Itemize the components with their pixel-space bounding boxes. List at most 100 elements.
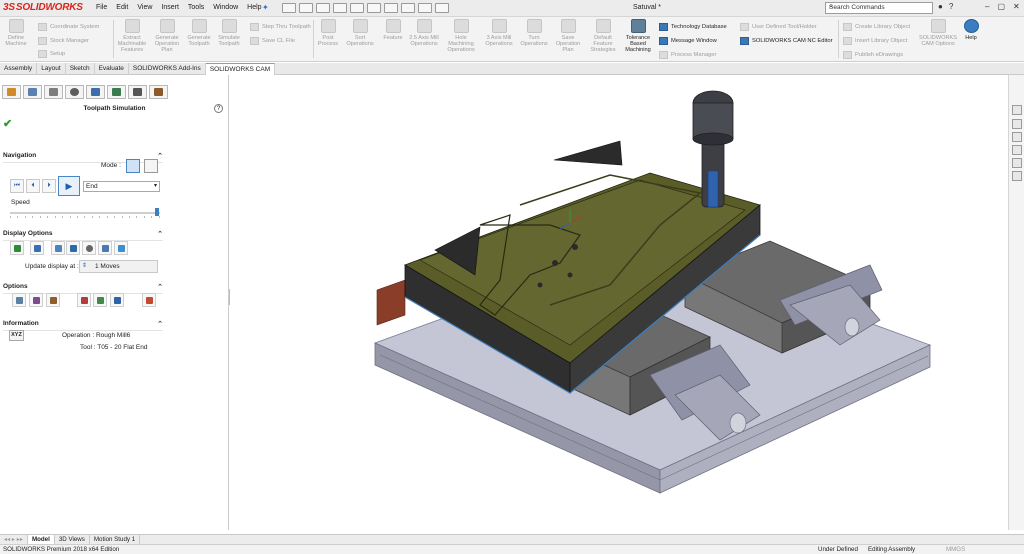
- turn-operations-button[interactable]: Turn Operations: [518, 19, 550, 47]
- close-icon[interactable]: ✕: [1013, 2, 1020, 11]
- mode-tool-button[interactable]: [126, 159, 140, 173]
- file-explorer-icon[interactable]: [1012, 132, 1022, 142]
- sort-operations-button[interactable]: Sort Operations: [343, 19, 377, 47]
- solidworks-resources-icon[interactable]: [1012, 105, 1022, 115]
- rebuild-icon[interactable]: [401, 3, 415, 13]
- tab-model[interactable]: Model: [27, 535, 55, 544]
- show-toolpath-button[interactable]: [114, 241, 128, 255]
- axis25-operations-button[interactable]: 2.5 Axis Mill Operations: [409, 19, 439, 47]
- information-header[interactable]: Information ⌃: [3, 320, 163, 331]
- collapse-chevron-icon[interactable]: ⌃: [157, 320, 163, 328]
- show-part-button[interactable]: [30, 241, 44, 255]
- options-gear-icon[interactable]: [435, 3, 449, 13]
- process-manager-button[interactable]: Process Manager: [659, 51, 716, 59]
- tab-addins[interactable]: SOLIDWORKS Add-Ins: [129, 63, 206, 75]
- speed-slider[interactable]: [10, 208, 160, 216]
- nc-editor-button[interactable]: SOLIDWORKS CAM NC Editor: [740, 37, 833, 45]
- home-icon[interactable]: [282, 3, 296, 13]
- units-status[interactable]: MMGS: [946, 546, 965, 553]
- menu-help[interactable]: Help: [247, 4, 261, 11]
- menu-window[interactable]: Window: [213, 4, 238, 11]
- new-file-icon[interactable]: [299, 3, 313, 13]
- machining-model-view[interactable]: [230, 75, 1008, 530]
- cam-tool-tree-tab[interactable]: [149, 85, 168, 99]
- moves-spinner-icon[interactable]: ⇕: [82, 261, 87, 272]
- cam-feature-tree-tab[interactable]: [107, 85, 126, 99]
- publish-edrawings-button[interactable]: Publish eDrawings: [843, 51, 903, 59]
- help-button[interactable]: Help: [960, 19, 982, 41]
- hole-machining-button[interactable]: Hole Machining Operations: [442, 19, 480, 53]
- insert-library-object-button[interactable]: Insert Library Object: [843, 37, 907, 45]
- rewind-button[interactable]: ⏮: [10, 179, 24, 193]
- display-options-header[interactable]: Display Options ⌃: [3, 230, 163, 241]
- show-fixture-button[interactable]: [51, 241, 65, 255]
- collapse-chevron-icon[interactable]: ⌃: [157, 230, 163, 238]
- appearances-icon[interactable]: [1012, 158, 1022, 168]
- solidworks-logo[interactable]: 3SSOLIDWORKS: [3, 2, 83, 13]
- speed-slider-thumb[interactable]: [155, 208, 159, 216]
- pin-icon[interactable]: ✦: [262, 3, 269, 12]
- generate-toolpath-button[interactable]: Generate Toolpath: [185, 19, 213, 47]
- file-properties-icon[interactable]: [418, 3, 432, 13]
- user-defined-tool-button[interactable]: User Defined Tool/Holder: [740, 23, 817, 31]
- help-question-icon[interactable]: ?: [949, 2, 953, 11]
- tab-motion-study[interactable]: Motion Study 1: [90, 535, 141, 544]
- custom-properties-icon[interactable]: [1012, 171, 1022, 181]
- user-icon[interactable]: ●: [938, 2, 943, 11]
- tab-scroll-arrows[interactable]: ◂◂ ▸ ▸▸: [0, 535, 28, 544]
- setup-button[interactable]: Setup: [38, 50, 65, 58]
- collapse-chevron-icon[interactable]: ⌃: [157, 152, 163, 160]
- view-palette-icon[interactable]: [1012, 145, 1022, 155]
- collapse-chevron-icon[interactable]: ⌃: [157, 283, 163, 291]
- search-commands-field[interactable]: Search Commands ⌕: [825, 2, 933, 14]
- run-to-select[interactable]: End ▾: [83, 181, 160, 192]
- create-library-object-button[interactable]: Create Library Object: [843, 23, 910, 31]
- show-cut-stock-button[interactable]: [66, 241, 80, 255]
- generate-operation-plan-button[interactable]: Generate Operation Plan: [151, 19, 183, 53]
- graphics-area[interactable]: [230, 75, 1008, 530]
- help-question-icon[interactable]: ?: [214, 104, 223, 113]
- cam-operation-tree-tab[interactable]: [128, 85, 147, 99]
- tab-assembly[interactable]: Assembly: [0, 63, 38, 75]
- select-icon[interactable]: [384, 3, 398, 13]
- print-icon[interactable]: [350, 3, 364, 13]
- message-window-button[interactable]: Message Window: [659, 37, 717, 45]
- step-forward-button[interactable]: ⏵: [42, 179, 56, 193]
- tab-solidworks-cam[interactable]: SOLIDWORKS CAM: [205, 63, 276, 75]
- save-cl-file-button[interactable]: Save CL File: [250, 37, 295, 45]
- tab-sketch[interactable]: Sketch: [66, 63, 95, 75]
- option-show-tool-button[interactable]: [12, 293, 26, 307]
- step-thru-toolpath-button[interactable]: Step Thru Toolpath: [250, 23, 311, 31]
- option-save-stl-button[interactable]: [77, 293, 91, 307]
- update-display-field[interactable]: ⇕ 1 Moves: [79, 260, 158, 273]
- option-gouge-button[interactable]: [46, 293, 60, 307]
- cam-options-button[interactable]: SOLIDWORKS CAM Options: [918, 19, 958, 47]
- axis3-operations-button[interactable]: 3 Axis Mill Operations: [482, 19, 516, 47]
- option-rest-button[interactable]: [93, 293, 107, 307]
- tab-layout[interactable]: Layout: [37, 63, 66, 75]
- simulate-toolpath-button[interactable]: Simulate Toolpath: [215, 19, 243, 47]
- post-process-button[interactable]: Post Process: [316, 19, 340, 47]
- option-settings-button[interactable]: [142, 293, 156, 307]
- option-save-button[interactable]: [110, 293, 124, 307]
- dimxpert-tab[interactable]: [65, 85, 84, 99]
- design-library-icon[interactable]: [1012, 119, 1022, 129]
- define-machine-button[interactable]: Define Machine: [3, 19, 29, 47]
- tab-3d-views[interactable]: 3D Views: [55, 535, 90, 544]
- option-compare-button[interactable]: [29, 293, 43, 307]
- show-holder-button[interactable]: [98, 241, 112, 255]
- menu-edit[interactable]: Edit: [116, 4, 128, 11]
- tab-evaluate[interactable]: Evaluate: [95, 63, 129, 75]
- save-icon[interactable]: [333, 3, 347, 13]
- play-button[interactable]: ▶: [58, 176, 80, 196]
- undo-icon[interactable]: [367, 3, 381, 13]
- property-manager-tab[interactable]: [23, 85, 42, 99]
- default-feature-strategies-button[interactable]: Default Feature Strategies: [586, 19, 620, 53]
- mode-cutting-button[interactable]: [144, 159, 158, 173]
- stock-manager-button[interactable]: Stock Manager: [38, 37, 89, 45]
- tolerance-based-machining-button[interactable]: Tolerance Based Machining: [622, 19, 654, 53]
- open-file-icon[interactable]: [316, 3, 330, 13]
- ok-check-icon[interactable]: ✔: [3, 117, 12, 130]
- search-icon[interactable]: ⌕: [829, 3, 930, 11]
- feature-manager-tab[interactable]: [2, 85, 21, 99]
